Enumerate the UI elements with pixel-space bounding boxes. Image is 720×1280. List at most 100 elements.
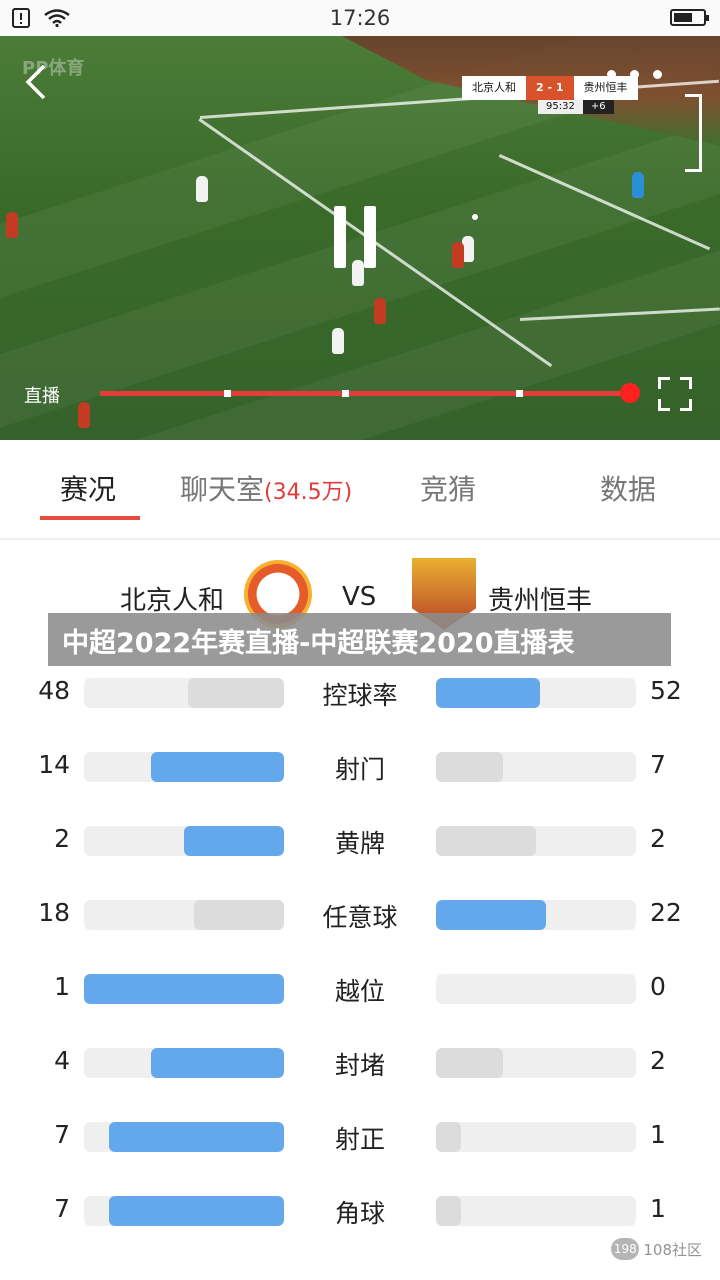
- stat-row: 48 控球率 52: [0, 672, 720, 712]
- stat-away-fill: [436, 826, 536, 856]
- stat-away-fill: [436, 1048, 503, 1078]
- stat-row: 7 射正 1: [0, 1116, 720, 1156]
- status-icons: [12, 8, 70, 28]
- tab-match-status[interactable]: 赛况: [60, 468, 116, 508]
- stat-home-fill: [150, 752, 284, 782]
- stat-row: 14 射门 7: [0, 746, 720, 786]
- stat-label: 任意球: [322, 903, 398, 932]
- stat-away-value: 52: [650, 676, 682, 705]
- tab-label: 数据: [600, 473, 657, 506]
- stat-home-fill: [150, 1048, 284, 1078]
- stat-row: 4 封堵 2: [0, 1042, 720, 1082]
- stat-home-bar: [84, 752, 284, 782]
- stat-home-fill: [84, 974, 284, 1004]
- vs-label: VS: [342, 582, 377, 612]
- stat-home-bar: [84, 826, 284, 856]
- stat-home-bar: [84, 1122, 284, 1152]
- scoreboard: 北京人和 2 - 1 贵州恒丰: [462, 76, 638, 100]
- tab-bar: 赛况 聊天室(34.5万) 竞猜 数据: [0, 440, 720, 540]
- stat-away-bar: [436, 1196, 636, 1226]
- stat-away-bar: [436, 826, 636, 856]
- scoreboard-score: 2 - 1: [526, 76, 574, 100]
- video-player[interactable]: PP体育 北京人和 2 - 1 贵州恒丰 95:32 +6 直播: [0, 36, 720, 440]
- stat-home-value: 48: [38, 676, 70, 705]
- tab-label: 竞猜: [420, 473, 477, 506]
- stat-label: 射正: [334, 1125, 385, 1154]
- stat-away-value: 0: [650, 972, 666, 1001]
- stat-away-bar: [436, 974, 636, 1004]
- goal-post: [685, 94, 702, 172]
- title-banner: 中超2022年赛直播-中超联赛2020直播表: [48, 613, 671, 666]
- site-badge: 198: [611, 1238, 640, 1260]
- stat-away-bar: [436, 1122, 636, 1152]
- stat-row: 2 黄牌 2: [0, 820, 720, 860]
- stat-home-bar: [84, 1048, 284, 1078]
- progress-bar[interactable]: [100, 383, 640, 403]
- stat-away-fill: [436, 1196, 461, 1226]
- fullscreen-icon[interactable]: [658, 377, 692, 411]
- stat-row: 1 越位 0: [0, 968, 720, 1008]
- active-tab-indicator: [40, 516, 140, 520]
- pause-icon[interactable]: [334, 206, 376, 268]
- stat-label: 越位: [334, 977, 385, 1006]
- stat-home-value: 7: [54, 1194, 70, 1223]
- banner-text: 中超2022年赛直播-中超联赛2020直播表: [62, 628, 575, 659]
- added-time: +6: [582, 100, 614, 114]
- stat-row: 18 任意球 22: [0, 894, 720, 934]
- stat-away-value: 2: [650, 1046, 666, 1075]
- site-name: 108社区: [643, 1240, 702, 1259]
- notification-icon: [12, 8, 30, 28]
- tab-label: 聊天室: [180, 473, 265, 506]
- chatroom-count: (34.5万): [264, 480, 353, 505]
- home-team-name: 北京人和: [120, 586, 225, 616]
- scoreboard-away: 贵州恒丰: [573, 76, 638, 100]
- battery-icon: [670, 9, 709, 26]
- match-clock: 95:32: [538, 100, 583, 114]
- site-watermark: 198 108社区: [611, 1238, 702, 1260]
- stat-away-fill: [436, 1122, 461, 1152]
- stat-home-bar: [84, 1196, 284, 1226]
- stat-label: 控球率: [322, 681, 398, 710]
- stat-away-bar: [436, 1048, 636, 1078]
- tab-chatroom[interactable]: 聊天室(34.5万): [180, 468, 352, 508]
- back-button[interactable]: [20, 62, 54, 102]
- stat-home-fill: [184, 826, 284, 856]
- stat-away-fill: [436, 678, 540, 708]
- stat-away-value: 2: [650, 824, 666, 853]
- stat-home-fill: [194, 900, 284, 930]
- more-options-icon[interactable]: [607, 70, 662, 79]
- stat-home-value: 4: [54, 1046, 70, 1075]
- stat-away-bar: [436, 678, 636, 708]
- stat-away-value: 1: [650, 1120, 666, 1149]
- stat-away-fill: [436, 900, 546, 930]
- stat-home-value: 14: [38, 750, 70, 779]
- stat-away-bar: [436, 900, 636, 930]
- wifi-icon: [44, 9, 70, 27]
- stat-home-value: 1: [54, 972, 70, 1001]
- stat-label: 角球: [334, 1199, 385, 1228]
- chevron-left-icon: [25, 64, 46, 100]
- away-team-name: 贵州恒丰: [488, 586, 593, 616]
- status-time: 17:26: [329, 6, 391, 30]
- tab-prediction[interactable]: 竞猜: [420, 468, 476, 508]
- stat-label: 黄牌: [334, 829, 385, 858]
- stat-home-fill: [109, 1122, 284, 1152]
- live-label: 直播: [24, 386, 60, 407]
- progress-knob[interactable]: [620, 383, 640, 403]
- scoreboard-time: 95:32 +6: [538, 100, 614, 114]
- stat-away-value: 7: [650, 750, 666, 779]
- stat-home-fill: [109, 1196, 284, 1226]
- stat-home-value: 2: [54, 824, 70, 853]
- status-bar: 17:26: [0, 0, 720, 36]
- tab-data[interactable]: 数据: [600, 468, 656, 508]
- stat-away-bar: [436, 752, 636, 782]
- scoreboard-home: 北京人和: [462, 76, 526, 100]
- stat-label: 封堵: [334, 1051, 385, 1080]
- stat-home-value: 7: [54, 1120, 70, 1149]
- stat-home-bar: [84, 974, 284, 1004]
- stat-label: 射门: [334, 755, 385, 784]
- stat-home-value: 18: [38, 898, 70, 927]
- tab-label: 赛况: [60, 473, 117, 506]
- stat-away-value: 1: [650, 1194, 666, 1223]
- stat-row: 7 角球 1: [0, 1190, 720, 1230]
